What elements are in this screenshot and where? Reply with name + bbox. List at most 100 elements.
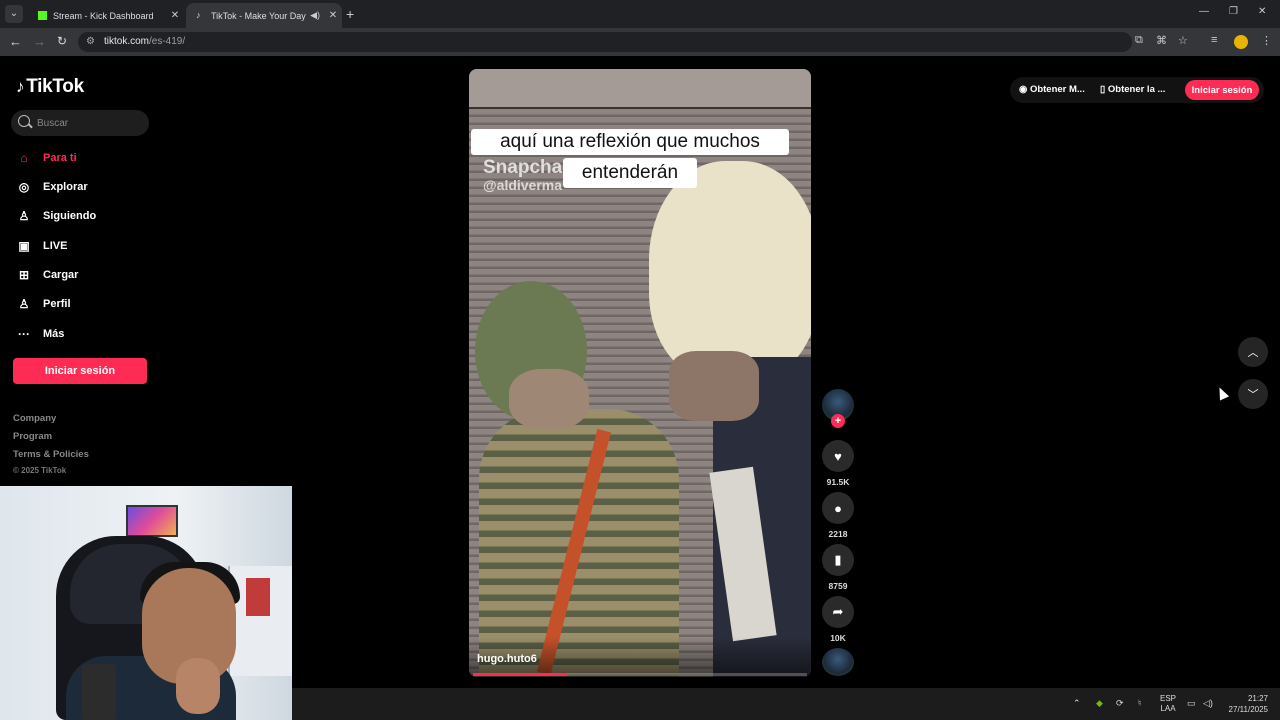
tiktok-note-icon: ♪ — [16, 77, 25, 96]
minimize-icon[interactable]: — — [1199, 6, 1209, 17]
sidebar-item-label: Cargar — [43, 269, 79, 281]
site-info-icon[interactable]: ⚙ — [86, 36, 95, 47]
tab-search-icon[interactable]: ⌄ — [5, 5, 23, 23]
upload-icon: ⊞ — [18, 268, 30, 282]
tab-title: TikTok - Make Your Day — [211, 10, 306, 21]
microphone-icon[interactable]: ♮ — [1138, 698, 1141, 709]
keyboard-language[interactable]: ESP LAA — [1158, 694, 1178, 714]
video-scene-top — [469, 69, 811, 109]
video-caption-line2: entenderán — [563, 158, 697, 188]
heart-icon: ♥ — [834, 448, 842, 464]
clock[interactable]: 21:27 27/11/2025 — [1222, 693, 1268, 715]
profile-icon: ♙ — [18, 297, 30, 311]
bookmark-star-icon[interactable]: ☆ — [1178, 34, 1188, 47]
chevron-down-icon: ﹀ — [1247, 389, 1259, 401]
phone-icon: ▯ — [1100, 84, 1108, 95]
sidebar-item-label: Explorar — [43, 181, 88, 193]
sidebar-item-label: Perfil — [43, 298, 71, 310]
media-control-icon[interactable]: ≡ — [1211, 34, 1217, 46]
video-watermark-user: @aldiverma — [483, 177, 563, 193]
network-icon[interactable]: ▭ — [1187, 698, 1196, 709]
sidebar-item-label: Para ti — [43, 152, 77, 164]
profile-avatar-icon[interactable] — [1234, 35, 1248, 49]
kick-favicon-icon — [38, 11, 47, 20]
video-progress-bar[interactable] — [473, 673, 807, 676]
sidebar-item-siguiendo[interactable]: ♙ Siguiendo — [16, 204, 97, 228]
sidebar-item-perfil[interactable]: ♙ Perfil — [16, 292, 71, 316]
share-icon: ➦ — [832, 604, 844, 619]
tray-expand-icon[interactable]: ⌃ — [1073, 698, 1081, 709]
reload-icon[interactable]: ↻ — [57, 34, 67, 48]
tiktok-logo[interactable]: ♪ TikTok — [16, 76, 84, 98]
webcam-overlay — [0, 486, 292, 720]
tab-title: Stream - Kick Dashboard — [53, 10, 154, 21]
sidebar-item-label: Siguiendo — [43, 210, 97, 222]
search-input[interactable] — [37, 115, 142, 131]
windows-taskbar — [292, 688, 1280, 720]
video-progress-fill — [473, 673, 567, 676]
close-tab-icon[interactable]: ✕ — [324, 10, 342, 21]
webcam-object — [246, 578, 270, 616]
video-player[interactable]: Snapcha @aldiverma aquí una reflexión qu… — [469, 69, 811, 677]
bookmark-icon: ▮ — [834, 552, 842, 567]
like-button[interactable]: ♥ — [822, 440, 854, 472]
follow-plus-icon[interactable]: + — [831, 414, 845, 428]
nvidia-icon[interactable]: ◆ — [1096, 698, 1103, 709]
menu-dots-icon[interactable]: ⋮ — [1261, 34, 1272, 47]
home-icon: ⌂ — [20, 151, 28, 165]
share-count: 10K — [830, 633, 846, 643]
sidebar-item-para-ti[interactable]: ⌂ Para ti — [16, 146, 77, 170]
like-count: 91.5K — [826, 477, 850, 487]
translate-icon[interactable]: ⌘ — [1156, 34, 1167, 47]
sidebar-item-live[interactable]: ▣ LIVE — [16, 234, 67, 258]
share-button[interactable]: ➦ — [822, 596, 854, 628]
video-scene-person-cap — [649, 161, 811, 381]
restore-icon[interactable]: ❐ — [1229, 6, 1238, 17]
video-scene-face-right — [669, 351, 759, 421]
chevron-up-icon: ︿ — [1247, 347, 1259, 359]
footer-link-company[interactable]: Company — [13, 413, 56, 424]
footer-link-terms[interactable]: Terms & Policies — [13, 449, 89, 460]
sidebar-item-label: Más — [43, 328, 65, 340]
video-username[interactable]: hugo.huto6 — [477, 653, 537, 665]
video-scene-face-left — [509, 369, 589, 429]
sound-avatar[interactable] — [822, 648, 854, 676]
comment-count: 2218 — [828, 529, 848, 539]
webcam-mug — [82, 664, 116, 720]
search-icon — [18, 115, 30, 127]
webcam-wall-picture — [126, 505, 178, 537]
top-login-button[interactable]: Iniciar sesión — [1185, 80, 1259, 100]
forward-icon[interactable]: → — [33, 34, 46, 49]
sidebar-item-explorar[interactable]: ◎ Explorar — [16, 175, 88, 199]
tab-kick-dashboard[interactable]: Stream - Kick Dashboard ✕ — [28, 3, 184, 28]
new-tab-button[interactable]: + — [346, 6, 354, 22]
volume-icon[interactable]: ◁) — [1203, 698, 1213, 709]
sidebar-item-cargar[interactable]: ⊞ Cargar — [16, 263, 79, 287]
copyright-text: © 2025 TikTok — [13, 466, 67, 475]
close-tab-icon[interactable]: ✕ — [166, 10, 184, 21]
footer-link-program[interactable]: Program — [13, 431, 52, 442]
scroll-down-button[interactable]: ﹀ — [1238, 379, 1268, 409]
tiktok-favicon-icon: ♪ — [196, 10, 201, 20]
webcam-person-hand — [176, 658, 220, 714]
comment-button[interactable]: ● — [822, 492, 854, 524]
back-icon[interactable]: ← — [9, 34, 22, 49]
sync-icon[interactable]: ⟳ — [1116, 698, 1124, 709]
sidebar-item-mas[interactable]: ··· Más — [16, 322, 64, 346]
tab-tiktok[interactable]: ♪ TikTok - Make Your Day ◀) ✕ — [186, 3, 342, 28]
scroll-up-button[interactable]: ︿ — [1238, 337, 1268, 367]
url-text: tiktok.com/es-419/ — [104, 36, 186, 47]
sidebar-item-label: LIVE — [43, 240, 68, 252]
install-app-icon[interactable]: ⧉ — [1135, 34, 1143, 47]
get-coins-link[interactable]: ◉ Obtener M... — [1019, 84, 1085, 95]
get-app-link[interactable]: ▯ Obtener la ... — [1100, 84, 1165, 95]
save-button[interactable]: ▮ — [822, 544, 854, 576]
close-window-icon[interactable]: ✕ — [1258, 6, 1266, 17]
speaker-icon[interactable]: ◀) — [310, 10, 320, 21]
sidebar-login-button[interactable]: Iniciar sesión — [13, 358, 147, 384]
live-icon: ▣ — [18, 239, 30, 253]
following-icon: ♙ — [18, 209, 30, 223]
search-box[interactable] — [11, 110, 149, 136]
save-count: 8759 — [828, 581, 848, 591]
address-bar[interactable]: ⚙ tiktok.com/es-419/ — [78, 32, 1132, 52]
